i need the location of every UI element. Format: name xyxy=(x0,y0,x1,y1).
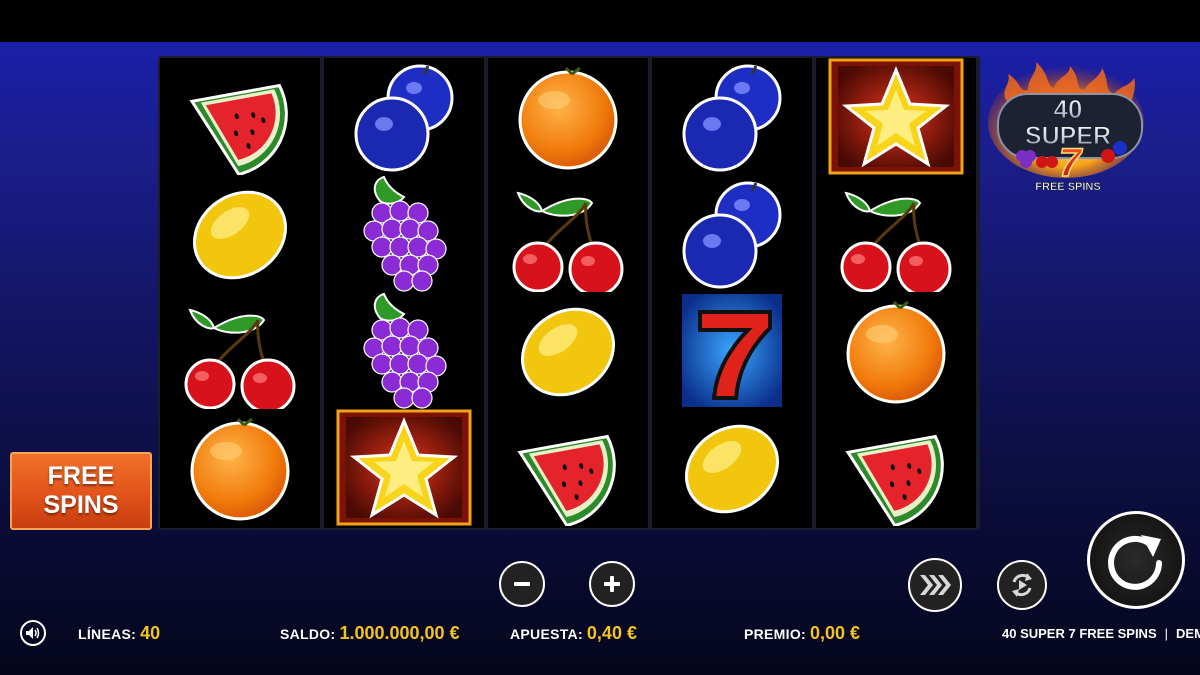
watermelon-icon xyxy=(189,83,288,175)
game-info: 40 SUPER 7 FREE SPINS|DEMO xyxy=(1002,626,1200,641)
plum-icon xyxy=(682,181,782,289)
lines-info: LÍNEAS: 40 xyxy=(78,623,160,644)
logo-title-line1: 40 xyxy=(1054,94,1083,124)
plum-icon xyxy=(682,64,782,172)
lemon-icon xyxy=(684,424,780,514)
bet-value: 0,40 € xyxy=(586,623,637,643)
bet-increase-button[interactable] xyxy=(589,561,635,607)
game-logo: 40 SUPER 7 FREE SPINS xyxy=(988,62,1150,194)
spin-arrow-icon xyxy=(1108,535,1162,590)
game-name: 40 SUPER 7 FREE SPINS xyxy=(1002,626,1157,641)
reel-4 xyxy=(652,58,812,528)
symbol-seven xyxy=(652,292,812,409)
symbol-grapes xyxy=(324,292,484,409)
turbo-button[interactable] xyxy=(908,558,962,612)
symbol-star xyxy=(324,409,484,526)
symbol-plum xyxy=(652,175,812,292)
grapes-icon xyxy=(363,292,447,409)
prize-label: PREMIO: xyxy=(744,626,806,642)
spin-button[interactable] xyxy=(1087,511,1185,609)
top-black-bar xyxy=(0,0,1200,42)
symbol-plum xyxy=(652,58,812,175)
lemon-icon xyxy=(192,190,288,280)
watermelon-icon xyxy=(845,434,944,526)
plum-icon xyxy=(354,64,454,172)
balance-info: SALDO: 1.000.000,00 € xyxy=(280,623,460,644)
autoplay-button[interactable] xyxy=(997,560,1047,610)
symbol-cherries xyxy=(160,292,320,409)
free-spins-label-line2: SPINS xyxy=(43,491,119,519)
game-mode: DEMO xyxy=(1176,626,1200,641)
watermelon-icon xyxy=(517,434,616,526)
symbol-orange xyxy=(816,292,976,409)
grapes-icon xyxy=(363,175,447,292)
minus-icon xyxy=(514,582,530,586)
balance-value: 1.000.000,00 € xyxy=(339,623,460,643)
bet-decrease-button[interactable] xyxy=(499,561,545,607)
cherries-icon xyxy=(184,308,296,409)
symbol-orange xyxy=(488,58,648,175)
lemon-icon xyxy=(520,307,616,397)
symbol-star xyxy=(816,58,976,175)
status-bar: LÍNEAS: 40 SALDO: 1.000.000,00 € APUESTA: 0… xyxy=(0,612,1200,656)
symbol-lemon xyxy=(488,292,648,409)
orange-icon xyxy=(190,417,290,521)
orange-icon xyxy=(518,66,618,170)
autoplay-icon xyxy=(1012,573,1032,597)
symbol-lemon xyxy=(160,175,320,292)
symbol-grapes xyxy=(324,175,484,292)
cherries-icon xyxy=(512,191,624,292)
lines-value: 40 xyxy=(140,623,161,643)
seven-icon xyxy=(682,294,782,407)
symbol-lemon xyxy=(652,409,812,526)
reels-grid xyxy=(158,56,980,530)
symbol-watermelon xyxy=(816,409,976,526)
logo-artwork: 40 SUPER 7 FREE SPINS xyxy=(988,62,1144,193)
star-icon xyxy=(336,409,472,526)
star-icon xyxy=(828,58,964,175)
symbol-orange xyxy=(160,409,320,526)
plus-icon xyxy=(604,576,620,592)
symbol-watermelon xyxy=(488,409,648,526)
logo-seven: 7 xyxy=(1059,141,1083,185)
symbol-watermelon xyxy=(160,58,320,175)
logo-subtitle: FREE SPINS xyxy=(1035,181,1100,193)
bet-label: APUESTA: xyxy=(510,626,583,642)
fast-forward-icon xyxy=(920,575,951,595)
symbol-plum xyxy=(324,58,484,175)
bet-info: APUESTA: 0,40 € xyxy=(510,623,637,644)
free-spins-button[interactable]: FREE SPINS xyxy=(10,452,152,530)
cherries-icon xyxy=(840,191,952,292)
reel-2 xyxy=(324,58,484,528)
reel-1 xyxy=(160,58,320,528)
balance-label: SALDO: xyxy=(280,626,336,642)
prize-info: PREMIO: 0,00 € xyxy=(744,623,860,644)
reel-3 xyxy=(488,58,648,528)
reel-5 xyxy=(816,58,976,528)
prize-value: 0,00 € xyxy=(810,623,861,643)
symbol-cherries xyxy=(488,175,648,292)
free-spins-label-line1: FREE xyxy=(47,462,115,490)
lines-label: LÍNEAS: xyxy=(78,626,137,642)
orange-icon xyxy=(846,300,946,404)
symbol-cherries xyxy=(816,175,976,292)
